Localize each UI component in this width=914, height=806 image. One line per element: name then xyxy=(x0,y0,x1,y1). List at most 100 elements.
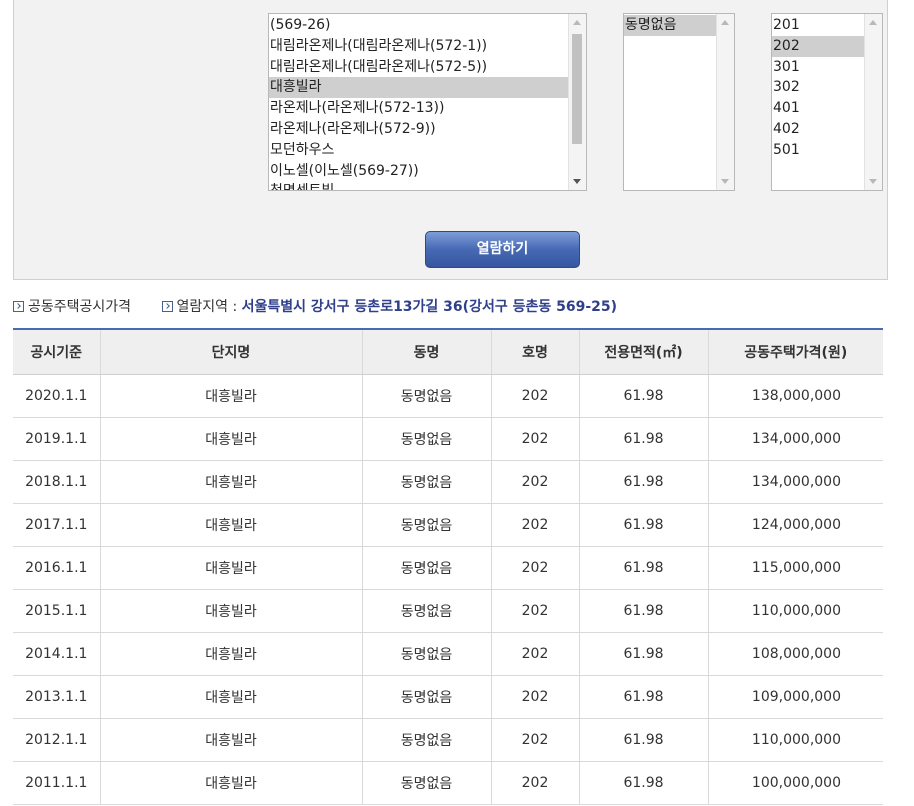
cell-complex: 대흥빌라 xyxy=(99,589,362,633)
cell-ho: 202 xyxy=(490,761,579,805)
cell-date: 2012.1.1 xyxy=(13,718,100,762)
ho-listbox[interactable]: 201 202 301 302 401 402 501 xyxy=(771,13,883,191)
list-option[interactable]: 202 xyxy=(772,35,865,57)
cell-complex: 대흥빌라 xyxy=(99,718,362,762)
scrollbar-thumb[interactable] xyxy=(572,34,582,144)
cell-dong: 동명없음 xyxy=(361,417,491,461)
scroll-up-arrow-icon[interactable] xyxy=(869,20,877,25)
dong-scrollbar[interactable] xyxy=(716,14,734,190)
cell-ho: 202 xyxy=(490,460,579,504)
table-row: 2012.1.1 대흥빌라 동명없음 202 61.98 110,000,000 xyxy=(13,718,883,762)
list-option[interactable]: 모던하우스 xyxy=(269,140,569,161)
cell-dong: 동명없음 xyxy=(361,460,491,504)
info-line: 공동주택공시가격 열람지역 : 서울특별시 강서구 등촌로13가길 36(강서구… xyxy=(13,297,617,317)
price-table: 공시기준 단지명 동명 호명 전용면적(㎡) 공동주택가격(원) 2020.1.… xyxy=(13,328,883,805)
complex-scrollbar[interactable] xyxy=(568,14,586,190)
list-option[interactable]: 이노셀(이노셀(569-27)) xyxy=(269,161,569,182)
list-option[interactable]: 라온제나(라온제나(572-9)) xyxy=(269,119,569,140)
region-label: 열람지역 : xyxy=(176,299,238,315)
cell-dong: 동명없음 xyxy=(361,675,491,719)
cell-complex: 대흥빌라 xyxy=(99,503,362,547)
list-option[interactable]: 201 xyxy=(772,15,865,36)
col-header-ho: 호명 xyxy=(490,328,579,375)
cell-dong: 동명없음 xyxy=(361,718,491,762)
cell-complex: 대흥빌라 xyxy=(99,632,362,676)
list-option[interactable]: 501 xyxy=(772,140,865,161)
cell-area: 61.98 xyxy=(578,460,708,504)
cell-ho: 202 xyxy=(490,374,579,418)
scroll-down-arrow-icon[interactable] xyxy=(573,179,581,184)
scroll-down-arrow-icon[interactable] xyxy=(721,179,729,184)
scroll-down-arrow-icon[interactable] xyxy=(869,179,877,184)
cell-price: 110,000,000 xyxy=(707,718,883,762)
arrow-bullet-icon xyxy=(13,301,24,312)
cell-area: 61.98 xyxy=(578,632,708,676)
dong-options: 동명없음 xyxy=(624,14,717,36)
cell-price: 134,000,000 xyxy=(707,417,883,461)
cell-price: 124,000,000 xyxy=(707,503,883,547)
cell-date: 2017.1.1 xyxy=(13,503,100,547)
cell-dong: 동명없음 xyxy=(361,546,491,590)
list-option[interactable]: 401 xyxy=(772,98,865,119)
scroll-up-arrow-icon[interactable] xyxy=(721,20,729,25)
cell-area: 61.98 xyxy=(578,417,708,461)
cell-area: 61.98 xyxy=(578,589,708,633)
cell-complex: 대흥빌라 xyxy=(99,374,362,418)
cell-date: 2020.1.1 xyxy=(13,374,100,418)
table-row: 2011.1.1 대흥빌라 동명없음 202 61.98 100,000,000 xyxy=(13,761,883,805)
cell-date: 2015.1.1 xyxy=(13,589,100,633)
list-option[interactable]: 402 xyxy=(772,119,865,140)
table-row: 2020.1.1 대흥빌라 동명없음 202 61.98 138,000,000 xyxy=(13,374,883,418)
cell-date: 2019.1.1 xyxy=(13,417,100,461)
ho-options: 201 202 301 302 401 402 501 xyxy=(772,14,865,161)
cell-ho: 202 xyxy=(490,503,579,547)
cell-price: 110,000,000 xyxy=(707,589,883,633)
col-header-area: 전용면적(㎡) xyxy=(578,328,708,375)
complex-options: (569-26) 대림라온제나(대림라온제나(572-1)) 대림라온제나(대림라온… xyxy=(269,14,569,190)
cell-area: 61.98 xyxy=(578,718,708,762)
list-option[interactable]: 대림라온제나(대림라온제나(572-1)) xyxy=(269,36,569,57)
cell-ho: 202 xyxy=(490,632,579,676)
cell-complex: 대흥빌라 xyxy=(99,417,362,461)
cell-ho: 202 xyxy=(490,718,579,762)
cell-price: 109,000,000 xyxy=(707,675,883,719)
view-button[interactable]: 열람하기 xyxy=(425,231,580,268)
table-row: 2017.1.1 대흥빌라 동명없음 202 61.98 124,000,000 xyxy=(13,503,883,547)
dong-listbox[interactable]: 동명없음 xyxy=(623,13,735,191)
cell-dong: 동명없음 xyxy=(361,374,491,418)
cell-date: 2014.1.1 xyxy=(13,632,100,676)
scroll-up-arrow-icon[interactable] xyxy=(573,20,581,25)
cell-complex: 대흥빌라 xyxy=(99,546,362,590)
price-type-item: 공동주택공시가격 xyxy=(13,297,131,317)
list-option[interactable]: 라온제나(라온제나(572-13)) xyxy=(269,98,569,119)
complex-listbox[interactable]: (569-26) 대림라온제나(대림라온제나(572-1)) 대림라온제나(대림라온… xyxy=(268,13,587,191)
col-header-date: 공시기준 xyxy=(13,328,100,375)
cell-price: 115,000,000 xyxy=(707,546,883,590)
cell-dong: 동명없음 xyxy=(361,761,491,805)
region-item: 열람지역 : 서울특별시 강서구 등촌로13가길 36(강서구 등촌동 569-… xyxy=(161,297,618,317)
table-row: 2018.1.1 대흥빌라 동명없음 202 61.98 134,000,000 xyxy=(13,460,883,504)
col-header-price: 공동주택가격(원) xyxy=(707,328,883,375)
cell-dong: 동명없음 xyxy=(361,589,491,633)
table-row: 2013.1.1 대흥빌라 동명없음 202 61.98 109,000,000 xyxy=(13,675,883,719)
table-row: 2019.1.1 대흥빌라 동명없음 202 61.98 134,000,000 xyxy=(13,417,883,461)
list-option[interactable]: 302 xyxy=(772,77,865,98)
list-option[interactable]: (569-26) xyxy=(269,15,569,36)
price-table-body: 2020.1.1 대흥빌라 동명없음 202 61.98 138,000,000 2019.… xyxy=(13,374,883,805)
list-option[interactable]: 대흥빌라 xyxy=(269,77,569,99)
cell-price: 138,000,000 xyxy=(707,374,883,418)
ho-scrollbar[interactable] xyxy=(864,14,882,190)
cell-date: 2011.1.1 xyxy=(13,761,100,805)
list-option[interactable]: 동명없음 xyxy=(624,15,717,36)
list-option[interactable]: 청명센트빌 xyxy=(269,181,569,190)
cell-area: 61.98 xyxy=(578,761,708,805)
region-address: 서울특별시 강서구 등촌로13가길 36(강서구 등촌동 569-25) xyxy=(241,299,618,315)
list-option[interactable]: 301 xyxy=(772,57,865,78)
list-option[interactable]: 대림라온제나(대림라온제나(572-5)) xyxy=(269,57,569,78)
col-header-complex: 단지명 xyxy=(99,328,362,375)
col-header-dong: 동명 xyxy=(361,328,491,375)
search-panel: (569-26) 대림라온제나(대림라온제나(572-1)) 대림라온제나(대림라온… xyxy=(13,0,888,280)
table-row: 2014.1.1 대흥빌라 동명없음 202 61.98 108,000,000 xyxy=(13,632,883,676)
cell-area: 61.98 xyxy=(578,675,708,719)
cell-price: 108,000,000 xyxy=(707,632,883,676)
